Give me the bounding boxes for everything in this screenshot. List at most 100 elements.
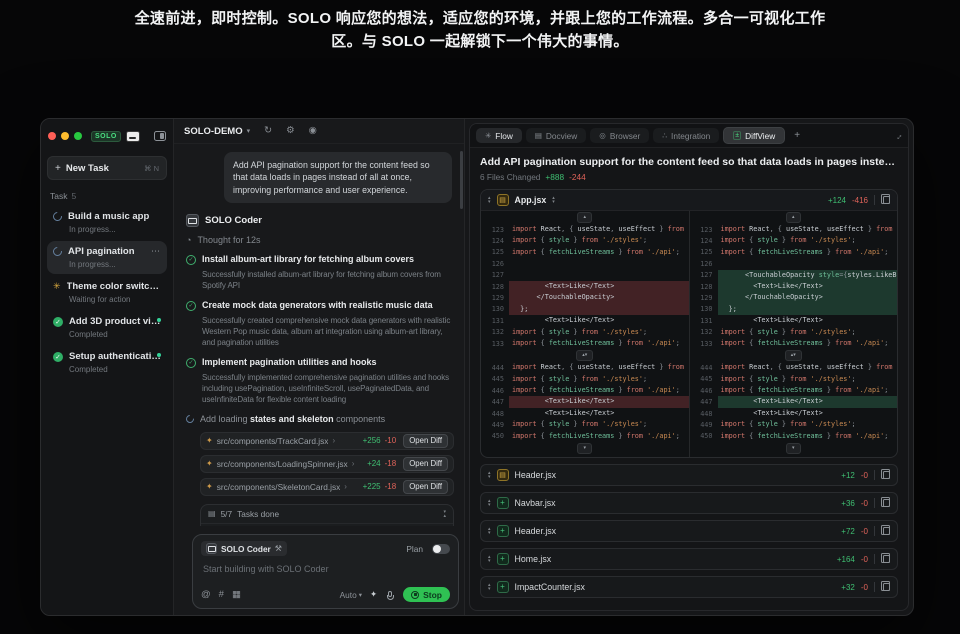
task-item[interactable]: Build a music appIn progress...: [47, 206, 167, 239]
change-meta: 6 Files Changed +888 -244: [480, 172, 898, 182]
more-icon[interactable]: ⋯: [151, 246, 161, 257]
open-diff-button[interactable]: Open Diff: [403, 457, 448, 471]
copy-icon[interactable]: [883, 196, 890, 204]
expand-down-button[interactable]: ▾: [786, 443, 801, 454]
history-icon[interactable]: ↻: [264, 126, 272, 136]
new-task-button[interactable]: + New Task ⌘ N: [47, 156, 167, 180]
line-number: 131: [481, 317, 509, 325]
total-deletions: -244: [569, 172, 586, 182]
collapsed-file-row[interactable]: ▴▾+Home.jsx+164-0: [480, 548, 898, 570]
copy-icon[interactable]: [883, 499, 890, 507]
chat-scrollbar-thumb[interactable]: [460, 151, 463, 209]
expand-mid-button[interactable]: ▴▾: [576, 350, 593, 361]
deletions-count: -0: [861, 555, 868, 564]
todo-header[interactable]: ▤ 5/7 Tasks done ▾▴: [201, 505, 453, 524]
session-title[interactable]: SOLO-DEMO: [184, 126, 243, 137]
unread-dot-icon: [157, 353, 161, 357]
copy-icon[interactable]: [883, 527, 890, 535]
collapsed-file-row[interactable]: ▴▾+Header.jsx+72-0: [480, 520, 898, 542]
composer-header: SOLO Coder ⚒ Plan: [201, 541, 450, 556]
expand-icon[interactable]: ▴▾: [488, 471, 491, 479]
tab-browser[interactable]: ◎Browser: [590, 128, 649, 143]
new-task-label: New Task: [66, 163, 109, 174]
tab-flow[interactable]: ✳Flow: [476, 128, 522, 143]
agent-row: SOLO Coder: [186, 214, 454, 227]
collapsed-file-row[interactable]: ▴▾▤Header.jsx+12-0: [480, 464, 898, 486]
enhance-icon[interactable]: ✦: [370, 589, 377, 600]
expand-up-button[interactable]: ▴: [786, 212, 801, 223]
collapse-icon[interactable]: ▾▴: [443, 510, 446, 518]
collapsed-file-row[interactable]: ▴▾+Navbar.jsx+36-0: [480, 492, 898, 514]
add-tab-button[interactable]: +: [789, 130, 805, 141]
collapse-all-icon[interactable]: ▴▾: [488, 196, 491, 204]
expand-icon[interactable]: ▴▾: [488, 555, 491, 563]
expand-panel-icon[interactable]: ↔: [891, 129, 904, 142]
task-item[interactable]: ✓Setup authentication syste...Completed: [47, 346, 167, 379]
code-text: <Text>Like</Text>: [509, 408, 689, 419]
window-titlebar: SOLO: [47, 125, 167, 147]
diff-line: 127 <TouchableOpacity style={styles.Like…: [690, 270, 898, 281]
image-icon[interactable]: ▦: [232, 590, 241, 600]
collapsed-file-row[interactable]: ▴▾+ImpactCounter.jsx+32-0: [480, 576, 898, 598]
task-item[interactable]: ✓Add 3D product viewerCompleted: [47, 311, 167, 344]
microphone-icon[interactable]: [388, 591, 392, 597]
diff-file-name: App.jsx: [515, 195, 547, 205]
chat-scroll-area: Add API pagination support for the conte…: [174, 144, 464, 526]
hash-icon[interactable]: #: [219, 590, 224, 600]
code-text: import { fetchLiveStreams } from './api'…: [509, 385, 689, 396]
diff-line: 128 <Text>Like</Text>: [481, 281, 689, 292]
expand-icon[interactable]: ▴▾: [488, 527, 491, 535]
file-change-row[interactable]: ✦src/components/LoadingSpinner.jsx›+24-1…: [200, 455, 454, 473]
plan-toggle[interactable]: [432, 544, 450, 554]
expand-down-button[interactable]: ▾: [577, 443, 592, 454]
mention-icon[interactable]: @: [201, 590, 211, 600]
expander-row: ▴: [690, 211, 898, 224]
step-title: Implement pagination utilities and hooks: [202, 357, 377, 368]
diff-line: 130 };: [481, 304, 689, 315]
agent-step: ✓Install album-art library for fetching …: [186, 254, 454, 291]
tab-docview[interactable]: ▤Docview: [526, 128, 586, 143]
gear-icon[interactable]: ⚙: [286, 126, 295, 136]
expand-icon[interactable]: ▴▾: [488, 499, 491, 507]
zoom-window-button[interactable]: [74, 132, 82, 140]
composer-input[interactable]: Start building with SOLO Coder: [203, 564, 450, 574]
tab-strip: ✳Flow ▤Docview ◎Browser ∴Integration ± DiffVi…: [476, 127, 785, 144]
close-window-button[interactable]: [48, 132, 56, 140]
expand-up-button[interactable]: ▴: [577, 212, 592, 223]
tab-diffview[interactable]: ± DiffView: [723, 127, 785, 144]
minimize-window-button[interactable]: [61, 132, 69, 140]
expand-icon[interactable]: ▴▾: [488, 583, 491, 591]
diff-file-header[interactable]: ▴▾ ▤ App.jsx ▴▾ +124 -416: [481, 190, 897, 211]
file-change-row[interactable]: ✦src/components/SkeletonCard.jsx›+225-18…: [200, 478, 454, 496]
tab-label: DiffView: [745, 131, 775, 141]
preview-panel: ✳Flow ▤Docview ◎Browser ∴Integration ± DiffVi…: [469, 123, 909, 611]
step-title-row: ✓Create mock data generators with realis…: [186, 300, 454, 311]
thought-row[interactable]: ◔ Thought for 12s: [186, 235, 454, 245]
stop-button[interactable]: Stop: [403, 587, 450, 602]
tab-integration[interactable]: ∴Integration: [653, 128, 719, 143]
chevron-right-icon: ›: [332, 436, 335, 445]
task-item[interactable]: ✳Theme color switchingWaiting for action: [47, 276, 167, 309]
code-text: import { style } from './styles';: [509, 374, 689, 385]
toggle-sidebar-icon[interactable]: [154, 131, 166, 141]
task-item[interactable]: API pagination⋯In progress...: [47, 241, 167, 274]
integration-icon: ∴: [662, 132, 667, 140]
open-diff-button[interactable]: Open Diff: [403, 434, 448, 448]
file-name: ImpactCounter.jsx: [515, 582, 585, 592]
step-title-row: ✓Implement pagination utilities and hook…: [186, 357, 454, 368]
account-icon[interactable]: ◉: [309, 126, 317, 136]
copy-icon[interactable]: [883, 555, 890, 563]
expander-row: ▴▾: [481, 349, 689, 362]
expand-mid-button[interactable]: ▴▾: [785, 350, 802, 361]
agent-selector[interactable]: SOLO Coder ⚒: [201, 541, 287, 556]
copy-icon[interactable]: [883, 583, 890, 591]
diffview-icon: ±: [733, 131, 741, 140]
line-number: 447: [481, 398, 509, 406]
additions-count: +24: [367, 459, 381, 468]
copy-icon[interactable]: [883, 471, 890, 479]
open-diff-button[interactable]: Open Diff: [403, 480, 448, 494]
keyboard-icon[interactable]: [126, 131, 140, 142]
model-selector[interactable]: Auto ▾: [340, 590, 362, 600]
deletions-count: -0: [861, 527, 868, 536]
file-change-row[interactable]: ✦src/components/TrackCard.jsx›+256-10Ope…: [200, 432, 454, 450]
